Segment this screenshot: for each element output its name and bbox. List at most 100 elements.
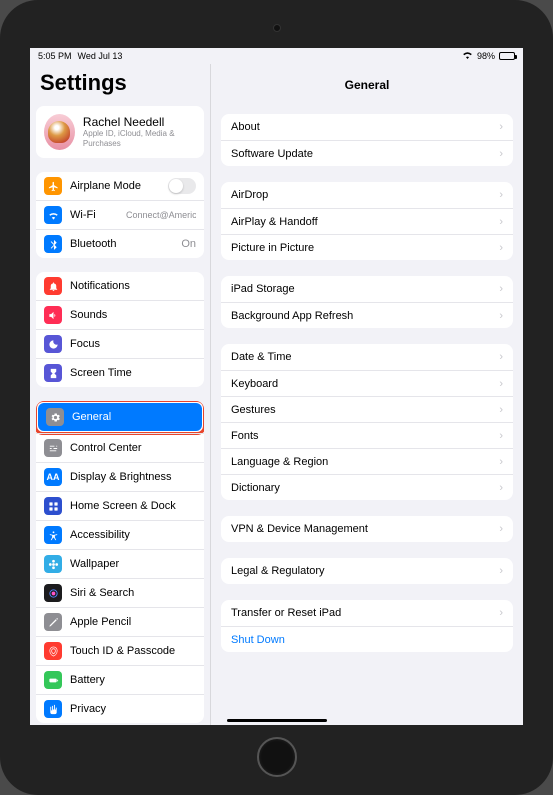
- page-title: Settings: [36, 64, 204, 106]
- screen: 5:05 PM Wed Jul 13 98% Settings Rachel: [30, 48, 523, 725]
- general-highlight: General: [36, 401, 204, 435]
- chevron-right-icon: ›: [499, 283, 503, 295]
- hand-icon: [44, 700, 62, 718]
- sidebar-item-general[interactable]: General: [38, 403, 202, 431]
- sidebar-item-focus[interactable]: Focus: [36, 329, 204, 358]
- sidebar-item-touchid[interactable]: Touch ID & Passcode: [36, 636, 204, 665]
- battery-settings-icon: [44, 671, 62, 689]
- sidebar: Settings Rachel Needell Apple ID, iCloud…: [30, 64, 210, 725]
- detail-item-vpn[interactable]: VPN & Device Management›: [221, 516, 513, 542]
- detail-item-storage[interactable]: iPad Storage›: [221, 276, 513, 302]
- sidebar-item-label: Airplane Mode: [70, 180, 168, 192]
- detail-item-airplay[interactable]: AirPlay & Handoff›: [221, 208, 513, 234]
- sidebar-item-homescreen[interactable]: Home Screen & Dock: [36, 491, 204, 520]
- sidebar-item-label: Focus: [70, 338, 196, 350]
- sidebar-item-label: Notifications: [70, 280, 196, 292]
- home-button[interactable]: [257, 737, 297, 777]
- detail-item-label: Fonts: [231, 430, 499, 442]
- sidebar-item-label: Touch ID & Passcode: [70, 645, 196, 657]
- airplane-toggle[interactable]: [168, 178, 196, 194]
- chevron-right-icon: ›: [499, 189, 503, 201]
- sidebar-item-label: Apple Pencil: [70, 616, 196, 628]
- sidebar-item-label: Accessibility: [70, 529, 196, 541]
- sidebar-item-label: Screen Time: [70, 367, 196, 379]
- ipad-frame: 5:05 PM Wed Jul 13 98% Settings Rachel: [0, 0, 553, 795]
- chevron-right-icon: ›: [499, 607, 503, 619]
- detail-item-shutdown[interactable]: Shut Down: [221, 626, 513, 652]
- detail-item-label: Transfer or Reset iPad: [231, 607, 499, 619]
- sidebar-item-label: Privacy: [70, 703, 196, 715]
- detail-title: General: [211, 64, 523, 114]
- detail-item-label: VPN & Device Management: [231, 523, 499, 535]
- sidebar-item-wifi[interactable]: Wi-Fi Connect@AmericInn: [36, 200, 204, 229]
- chevron-right-icon: ›: [499, 242, 503, 254]
- chevron-right-icon: ›: [499, 216, 503, 228]
- detail-item-label: Picture in Picture: [231, 242, 499, 254]
- airplane-icon: [44, 177, 62, 195]
- profile-row[interactable]: Rachel Needell Apple ID, iCloud, Media &…: [36, 106, 204, 158]
- sidebar-item-control-center[interactable]: Control Center: [36, 433, 204, 462]
- wifi-network-value: Connect@AmericInn: [126, 210, 196, 220]
- sidebar-item-label: Wi-Fi: [70, 209, 126, 221]
- chevron-right-icon: ›: [499, 430, 503, 442]
- home-indicator[interactable]: [227, 719, 327, 722]
- sidebar-item-battery[interactable]: Battery: [36, 665, 204, 694]
- chevron-right-icon: ›: [499, 565, 503, 577]
- detail-item-refresh[interactable]: Background App Refresh›: [221, 302, 513, 328]
- pencil-icon: [44, 613, 62, 631]
- detail-item-pip[interactable]: Picture in Picture›: [221, 234, 513, 260]
- sidebar-item-label: Sounds: [70, 309, 196, 321]
- avatar: [44, 114, 75, 150]
- fingerprint-icon: [44, 642, 62, 660]
- sidebar-item-display[interactable]: AA Display & Brightness: [36, 462, 204, 491]
- detail-item-keyboard[interactable]: Keyboard›: [221, 370, 513, 396]
- sidebar-item-screentime[interactable]: Screen Time: [36, 358, 204, 387]
- profile-name: Rachel Needell: [83, 115, 196, 129]
- sidebar-item-airplane[interactable]: Airplane Mode: [36, 172, 204, 200]
- grid-icon: [44, 497, 62, 515]
- accessibility-icon: [44, 526, 62, 544]
- detail-item-about[interactable]: About›: [221, 114, 513, 140]
- detail-item-label: Shut Down: [231, 634, 503, 646]
- sidebar-item-wallpaper[interactable]: Wallpaper: [36, 549, 204, 578]
- detail-item-legal[interactable]: Legal & Regulatory›: [221, 558, 513, 584]
- sidebar-item-label: Display & Brightness: [70, 471, 196, 483]
- detail-pane: General About› Software Update› AirDrop›…: [210, 64, 523, 725]
- sidebar-item-bluetooth[interactable]: Bluetooth On: [36, 229, 204, 258]
- detail-item-dictionary[interactable]: Dictionary›: [221, 474, 513, 500]
- detail-item-datetime[interactable]: Date & Time›: [221, 344, 513, 370]
- chevron-right-icon: ›: [499, 404, 503, 416]
- detail-item-fonts[interactable]: Fonts›: [221, 422, 513, 448]
- detail-item-gestures[interactable]: Gestures›: [221, 396, 513, 422]
- sidebar-item-sounds[interactable]: Sounds: [36, 300, 204, 329]
- hourglass-icon: [44, 364, 62, 382]
- flower-icon: [44, 555, 62, 573]
- detail-item-transfer[interactable]: Transfer or Reset iPad›: [221, 600, 513, 626]
- brightness-icon: AA: [44, 468, 62, 486]
- sidebar-item-siri[interactable]: Siri & Search: [36, 578, 204, 607]
- sidebar-item-notifications[interactable]: Notifications: [36, 272, 204, 300]
- chevron-right-icon: ›: [499, 351, 503, 363]
- sidebar-item-accessibility[interactable]: Accessibility: [36, 520, 204, 549]
- sidebar-item-label: Control Center: [70, 442, 196, 454]
- detail-item-airdrop[interactable]: AirDrop›: [221, 182, 513, 208]
- detail-item-label: Dictionary: [231, 482, 499, 494]
- sidebar-item-label: General: [72, 411, 194, 423]
- battery-percent: 98%: [477, 51, 495, 61]
- chevron-right-icon: ›: [499, 121, 503, 133]
- chevron-right-icon: ›: [499, 523, 503, 535]
- chevron-right-icon: ›: [499, 378, 503, 390]
- detail-item-software-update[interactable]: Software Update›: [221, 140, 513, 166]
- detail-item-language[interactable]: Language & Region›: [221, 448, 513, 474]
- bluetooth-icon: [44, 235, 62, 253]
- bell-icon: [44, 277, 62, 295]
- wifi-icon: [462, 51, 473, 61]
- sidebar-item-pencil[interactable]: Apple Pencil: [36, 607, 204, 636]
- profile-sub: Apple ID, iCloud, Media & Purchases: [83, 129, 196, 148]
- wifi-settings-icon: [44, 206, 62, 224]
- detail-item-label: Keyboard: [231, 378, 499, 390]
- sidebar-item-label: Battery: [70, 674, 196, 686]
- gear-icon: [46, 408, 64, 426]
- status-bar: 5:05 PM Wed Jul 13 98%: [30, 48, 523, 64]
- sidebar-item-privacy[interactable]: Privacy: [36, 694, 204, 723]
